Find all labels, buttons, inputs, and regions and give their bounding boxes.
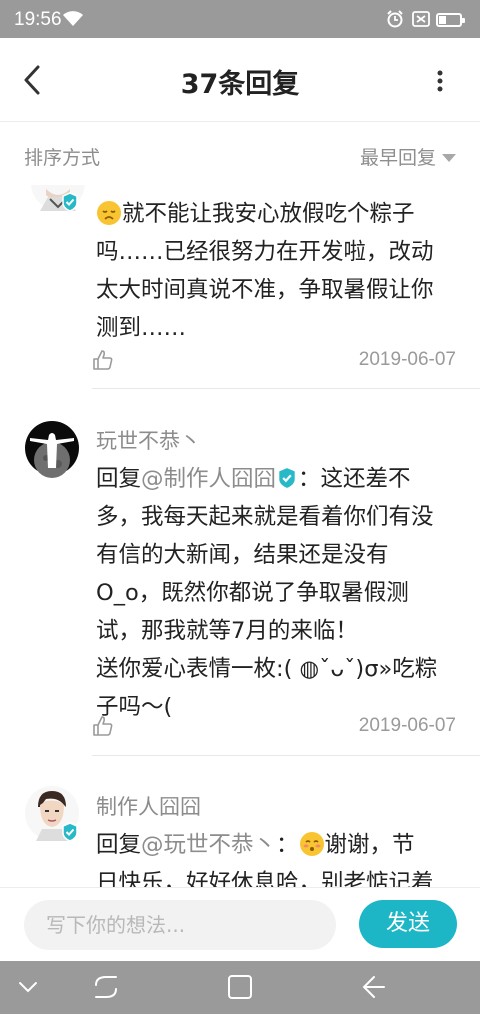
- comment-text: 就不能让我安心放假吃个粽子 吗……已经很努力在开发啦，改动 太大时间真说不准，争…: [96, 195, 460, 347]
- caret-down-icon: [442, 153, 456, 162]
- system-nav-bar: [0, 961, 480, 1014]
- status-time: 19:56: [14, 9, 62, 30]
- sort-bar: 排序方式 最早回复: [0, 123, 480, 185]
- comment-line: ：这还差不: [298, 466, 411, 492]
- send-button[interactable]: 发送: [359, 900, 457, 948]
- author-name[interactable]: 制作人囧囧: [96, 791, 201, 821]
- comment-line: 送你爱心表情一枚:( ◍ˇᴗˇ)σ»吃粽: [96, 656, 438, 682]
- comment-line: O_o，既然你都说了争取暑假测: [96, 580, 409, 606]
- verified-badge-icon: [62, 192, 78, 212]
- reply-prefix: 回复: [96, 466, 142, 492]
- thumbs-up-icon[interactable]: [92, 349, 114, 371]
- mention-link[interactable]: @制作人囧囧: [141, 466, 276, 492]
- recent-apps-icon[interactable]: [92, 973, 120, 1001]
- comment-line: 谢谢，节: [324, 832, 415, 858]
- comment-date: 2019-06-07: [358, 349, 456, 370]
- sad-face-emoji-icon: [97, 201, 121, 225]
- comment-line: 就不能让我安心放假吃个粽子: [122, 201, 415, 227]
- divider: [92, 755, 480, 756]
- comment-list[interactable]: 就不能让我安心放假吃个粽子 吗……已经很努力在开发啦，改动 太大时间真说不准，争…: [0, 185, 480, 887]
- blushing-face-emoji-icon: [299, 832, 324, 856]
- page-title: 37条回复: [180, 69, 300, 100]
- comment-text: 回复@玩世不恭丶： 谢谢，节 日快乐，好好休息哈，别老惦记着: [96, 826, 460, 887]
- battery-icon: [436, 13, 465, 27]
- sort-label: 排序方式: [24, 147, 101, 169]
- verified-badge-icon: [62, 822, 78, 842]
- comment-text: 回复@制作人囧囧 ：这还差不 多，我每天起来就是看着你们有没 有信的大新闻，结果…: [96, 460, 460, 726]
- author-avatar[interactable]: [24, 420, 80, 478]
- comment-line: 日快乐，好好休息哈，别老惦记着: [96, 870, 434, 887]
- reply-input[interactable]: 写下你的想法...: [24, 900, 336, 950]
- status-bar: 19:56: [0, 0, 480, 38]
- divider: [92, 388, 480, 389]
- verified-badge-icon: [279, 468, 295, 488]
- alarm-icon: [387, 10, 403, 28]
- wifi-icon: [63, 11, 83, 26]
- thumbs-up-icon[interactable]: [92, 715, 114, 737]
- reply-colon: ：: [276, 832, 299, 858]
- comment-line: 测到……: [96, 315, 187, 341]
- comment-line: 太大时间真说不准，争取暑假让你: [96, 277, 434, 303]
- back-icon[interactable]: [360, 973, 388, 1001]
- comment-line: 试，那我就等7月的来临！: [96, 618, 358, 644]
- sort-dropdown[interactable]: 最早回复: [360, 143, 456, 170]
- sort-selected-value: 最早回复: [359, 147, 436, 169]
- mention-link[interactable]: @玩世不恭丶: [141, 832, 276, 858]
- comment-line: 吗……已经很努力在开发啦，改动: [96, 239, 434, 265]
- comment-date: 2019-06-07: [358, 715, 456, 736]
- no-sim-icon: [412, 11, 430, 27]
- comment-line: 多，我每天起来就是看着你们有没: [96, 504, 434, 530]
- chevron-down-icon[interactable]: [16, 973, 40, 1001]
- header: 37条回复: [0, 38, 480, 122]
- author-name[interactable]: 玩世不恭丶: [96, 425, 201, 455]
- comment-line: 有信的大新闻，结果还是没有: [96, 542, 389, 568]
- reply-prefix: 回复: [96, 832, 142, 858]
- more-options-icon[interactable]: [430, 66, 450, 96]
- reply-input-bar: 写下你的想法... 发送: [0, 887, 480, 961]
- home-icon[interactable]: [226, 973, 254, 1001]
